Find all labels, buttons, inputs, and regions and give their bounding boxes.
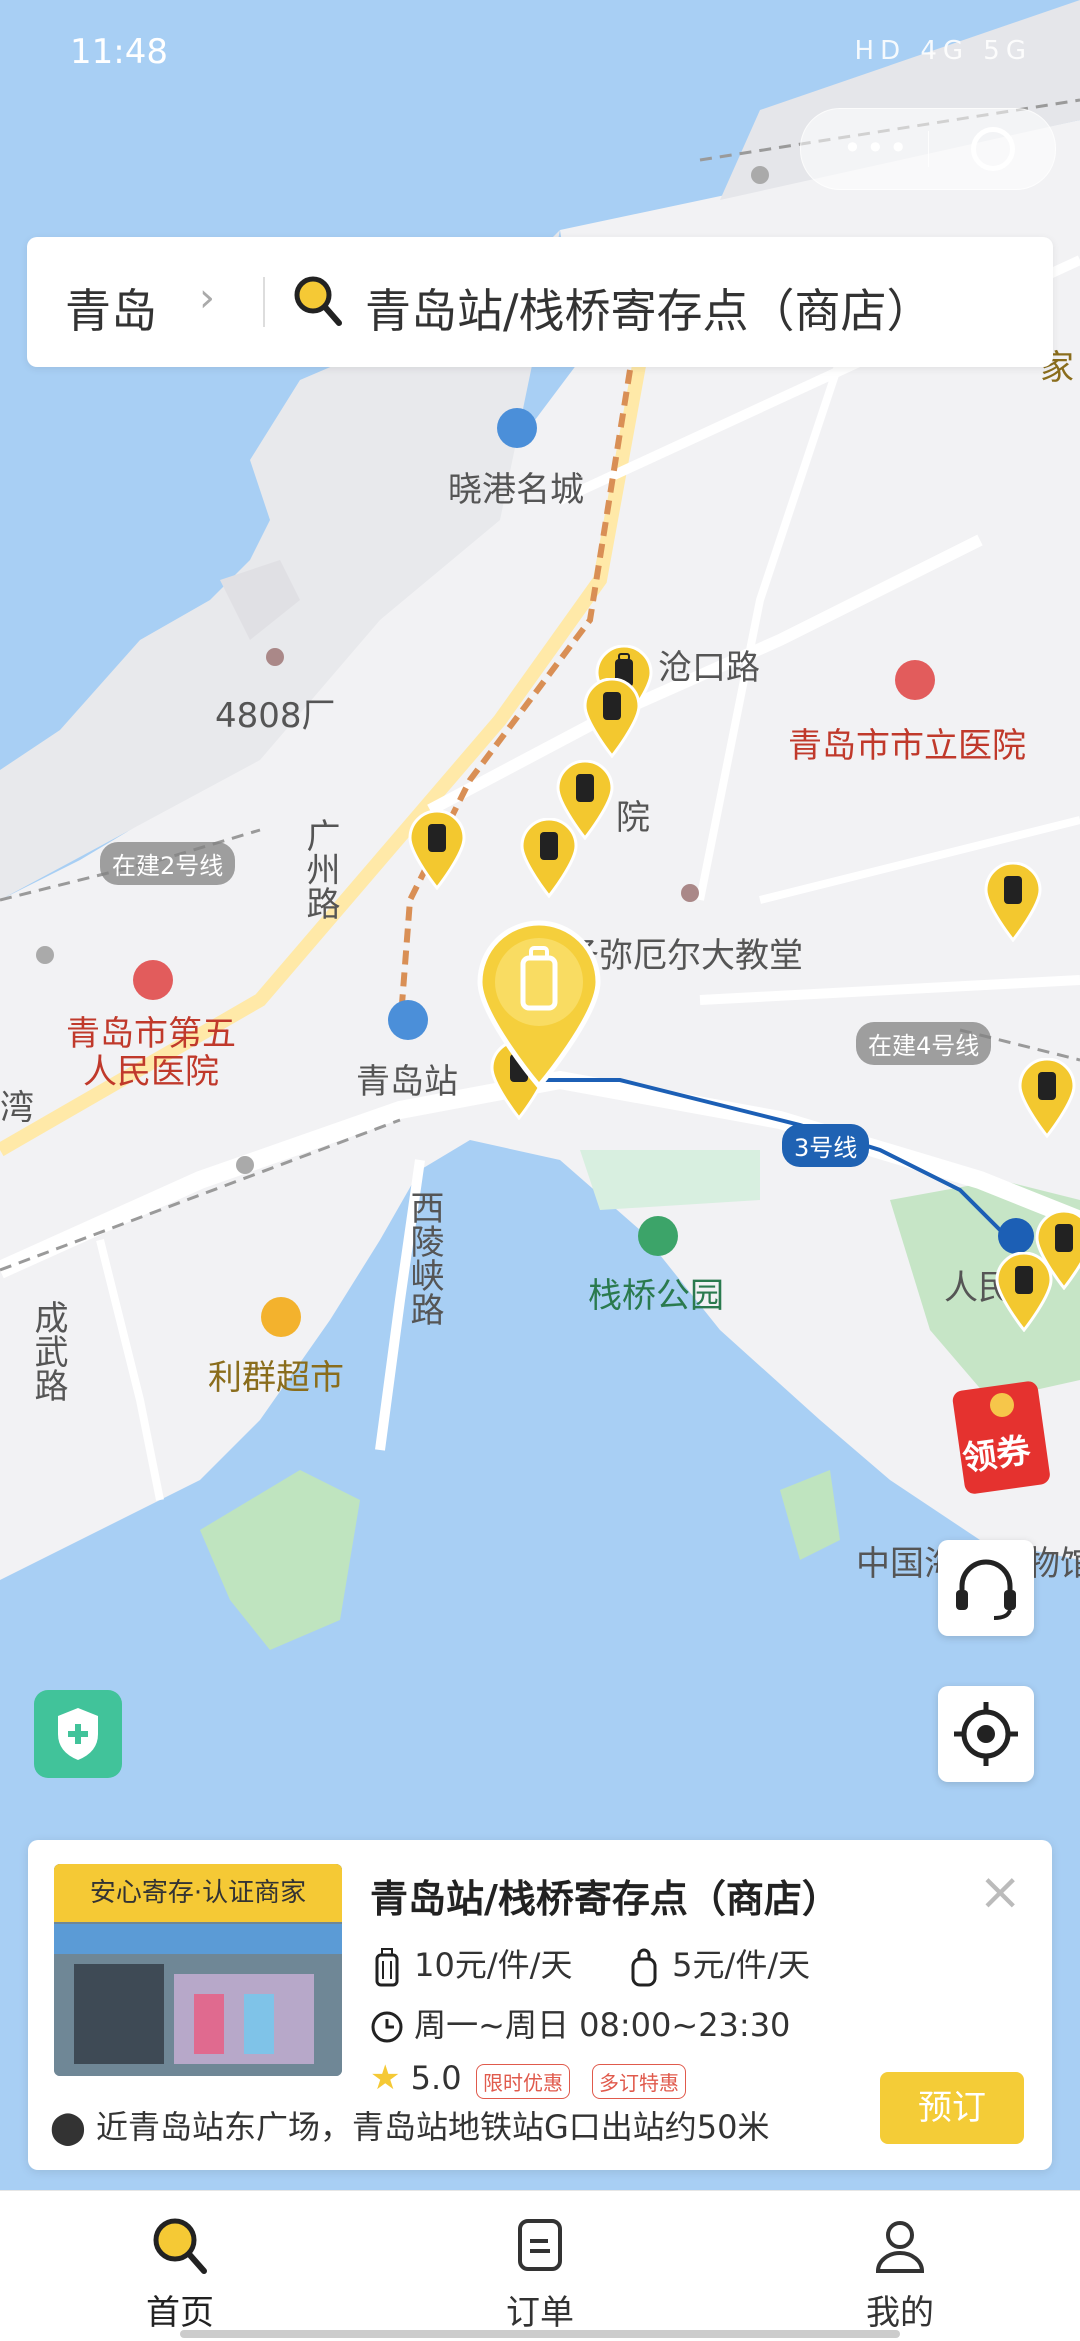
map-label-factory: 4808厂 bbox=[215, 696, 336, 736]
search-divider bbox=[263, 277, 265, 327]
park-poi-icon bbox=[638, 1216, 678, 1256]
search-query[interactable]: 青岛站/栈桥寄存点（商店） bbox=[365, 275, 933, 341]
tab-orders-label: 订单 bbox=[506, 2293, 574, 2333]
locate-icon bbox=[954, 1702, 1018, 1766]
map-label-guangzhou-rd: 广州路 bbox=[300, 818, 340, 920]
map-label-line3: 3号线 bbox=[782, 1124, 870, 1167]
store-address-text: 近青岛站东广场，青岛站地铁站G口出站约50米 bbox=[95, 2108, 770, 2146]
house-poi-icon bbox=[497, 408, 537, 448]
search-icon bbox=[291, 273, 345, 333]
user-icon bbox=[875, 2221, 925, 2273]
store-title: 青岛站/栈桥寄存点（商店） bbox=[370, 1877, 840, 1921]
miniprogram-capsule: ••• bbox=[800, 108, 1056, 190]
more-dots-icon[interactable]: ••• bbox=[843, 129, 912, 167]
map-label-line2: 在建2号线 bbox=[100, 842, 236, 885]
map-label-xiaogang: 晓港名城 bbox=[448, 470, 584, 510]
location-pin-icon: ⬤ bbox=[50, 2108, 86, 2146]
price-bag: 5元/件/天 bbox=[626, 1940, 810, 1987]
tab-mine-label: 我的 bbox=[866, 2293, 934, 2333]
coupon-label: 领券 bbox=[960, 1430, 1033, 1480]
metro-station-icon bbox=[998, 1218, 1034, 1254]
map-label-canglu: 沧口路 bbox=[658, 648, 760, 688]
opening-hours-text: 周一~周日 08:00~23:30 bbox=[414, 2006, 791, 2044]
luggage-icon bbox=[375, 1948, 399, 1987]
map-label-park: 栈桥公园 bbox=[588, 1276, 724, 1316]
certified-badge: 安心寄存·认证商家 bbox=[54, 1864, 342, 1922]
tag-multi-offer: 多订特惠 bbox=[592, 2064, 686, 2099]
headset-icon bbox=[956, 1559, 1016, 1620]
home-indicator bbox=[180, 2330, 900, 2338]
shield-plus-icon bbox=[58, 1708, 98, 1760]
safety-button[interactable] bbox=[34, 1690, 122, 1778]
map-label-liqun: 利群超市 bbox=[208, 1358, 344, 1398]
close-icon[interactable]: × bbox=[978, 1862, 1022, 1922]
search-icon bbox=[153, 2218, 207, 2274]
target-ring-icon[interactable] bbox=[971, 127, 1015, 171]
status-indicators: HD 4G 5G bbox=[854, 36, 1032, 66]
order-icon bbox=[518, 2219, 562, 2271]
store-address: ⬤ 近青岛站东广场，青岛站地铁站G口出站约50米 bbox=[50, 2102, 770, 2148]
tab-bar: 首页 订单 我的 bbox=[0, 2190, 1080, 2341]
price-luggage: 10元/件/天 bbox=[370, 1940, 572, 1987]
map-label-hospital-city: 青岛市市立医院 bbox=[788, 726, 1026, 766]
rating-value: 5.0 bbox=[410, 2059, 462, 2097]
rating: ★ 5.0 bbox=[370, 2058, 462, 2098]
store-photo: 安心寄存·认证商家 bbox=[54, 1864, 342, 2076]
tab-orders[interactable]: 订单 bbox=[460, 2213, 620, 2334]
customer-service-button[interactable] bbox=[938, 1540, 1034, 1636]
hospital-poi-icon bbox=[133, 960, 173, 1000]
map-label-station: 青岛站 bbox=[356, 1062, 458, 1102]
store-card[interactable]: 安心寄存·认证商家 青岛站/栈桥寄存点（商店） × 10元/件/天 5元/件/天… bbox=[28, 1840, 1052, 2170]
search-bar[interactable]: 青岛 › 青岛站/栈桥寄存点（商店） bbox=[27, 237, 1053, 367]
supermarket-poi-icon bbox=[261, 1297, 301, 1337]
train-station-icon bbox=[388, 1000, 428, 1040]
price-luggage-text: 10元/件/天 bbox=[414, 1946, 573, 1984]
coupon-red-packet[interactable]: 领券 bbox=[950, 1375, 1060, 1495]
map-label-chengwu: 成武路 bbox=[28, 1300, 68, 1402]
chevron-right-icon: › bbox=[199, 275, 215, 321]
backpack-icon bbox=[631, 1948, 657, 1987]
price-bag-text: 5元/件/天 bbox=[672, 1946, 811, 1984]
tab-home[interactable]: 首页 bbox=[100, 2213, 260, 2334]
hospital-poi-icon bbox=[895, 660, 935, 700]
map-label-yuan: 院 bbox=[616, 798, 650, 838]
tag-limited-offer: 限时优惠 bbox=[476, 2064, 570, 2099]
star-icon: ★ bbox=[370, 2058, 401, 2098]
tab-home-label: 首页 bbox=[146, 2293, 214, 2333]
status-time: 11:48 bbox=[70, 32, 168, 72]
locate-button[interactable] bbox=[938, 1686, 1034, 1782]
map-label-xiling: 西陵峡路 bbox=[404, 1190, 444, 1326]
opening-hours: 周一~周日 08:00~23:30 bbox=[370, 2000, 790, 2046]
tab-mine[interactable]: 我的 bbox=[820, 2213, 980, 2334]
status-bar: 11:48 HD 4G 5G bbox=[0, 0, 1080, 110]
capsule-divider bbox=[928, 131, 929, 167]
map-label-hospital5: 青岛市第五 人民医院 bbox=[66, 1014, 236, 1092]
map-label-line4: 在建4号线 bbox=[856, 1022, 992, 1065]
map-label-wan: 湾 bbox=[0, 1088, 34, 1128]
clock-icon bbox=[371, 2011, 403, 2043]
city-selector[interactable]: 青岛 bbox=[65, 275, 157, 341]
book-button[interactable]: 预订 bbox=[880, 2072, 1024, 2144]
